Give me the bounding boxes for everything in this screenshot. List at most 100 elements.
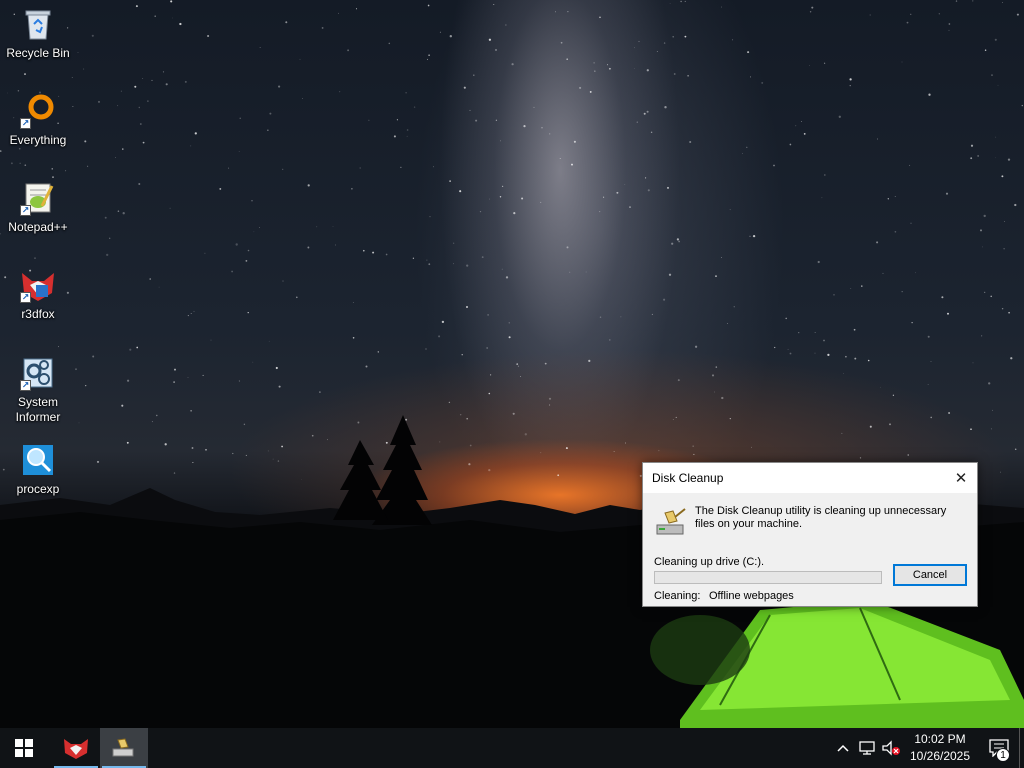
dialog-titlebar[interactable]: Disk Cleanup ✕ — [643, 463, 977, 493]
star — [486, 347, 488, 349]
star — [357, 421, 360, 424]
star — [877, 138, 878, 140]
star — [162, 71, 165, 73]
star — [142, 78, 144, 79]
star — [129, 348, 132, 351]
star — [210, 339, 212, 341]
star — [487, 314, 489, 316]
star — [460, 414, 462, 416]
star — [729, 417, 731, 420]
star — [505, 24, 507, 26]
notification-count-badge: 1 — [996, 748, 1010, 762]
desktop-icon-everything[interactable]: ↗ Everything — [0, 93, 76, 148]
star — [678, 240, 680, 243]
star — [326, 439, 328, 441]
star — [253, 231, 255, 233]
notepad-plus-plus-icon: ↗ — [20, 180, 56, 216]
star — [594, 70, 596, 72]
star — [193, 310, 195, 312]
star — [821, 197, 823, 199]
action-center-button[interactable]: 1 — [979, 728, 1019, 768]
star — [277, 460, 280, 462]
star — [752, 234, 756, 238]
star — [106, 253, 109, 257]
star — [355, 8, 358, 10]
star — [803, 133, 806, 135]
taskbar-app-disk-cleanup[interactable] — [100, 728, 148, 768]
star — [809, 65, 810, 67]
desktop-icon-r3dfox[interactable]: ↗ r3dfox — [0, 267, 76, 322]
star — [92, 355, 95, 358]
star — [714, 391, 715, 393]
star — [684, 35, 687, 38]
network-icon[interactable] — [855, 728, 879, 768]
star — [549, 404, 551, 406]
show-hidden-icons-chevron-icon[interactable] — [831, 728, 855, 768]
star — [441, 320, 445, 324]
desktop-icon-system-informer[interactable]: ↗ System Informer — [0, 355, 76, 425]
star — [774, 346, 776, 349]
cancel-button[interactable]: Cancel — [893, 564, 967, 586]
show-desktop-button[interactable] — [1019, 728, 1024, 768]
star — [972, 362, 974, 364]
volume-muted-icon[interactable] — [879, 728, 903, 768]
star — [338, 12, 339, 14]
star — [1002, 2, 1003, 3]
star — [814, 332, 816, 333]
star — [219, 187, 222, 190]
star — [995, 157, 996, 159]
star — [876, 241, 879, 244]
star — [136, 346, 139, 349]
star — [1021, 104, 1023, 107]
star — [656, 51, 658, 52]
desktop-icon-recycle-bin[interactable]: Recycle Bin — [0, 6, 76, 61]
r3dfox-icon — [64, 739, 88, 759]
star — [301, 478, 302, 480]
star — [988, 382, 991, 385]
star — [85, 384, 87, 387]
star — [827, 353, 830, 357]
star — [393, 135, 396, 138]
star — [555, 11, 557, 13]
star — [385, 253, 388, 256]
close-button[interactable]: ✕ — [945, 463, 977, 493]
star — [823, 62, 826, 64]
desktop-icon-procexp[interactable]: procexp — [0, 442, 76, 497]
star — [721, 257, 722, 258]
star — [52, 176, 54, 178]
star — [693, 453, 695, 455]
star — [51, 168, 53, 170]
star — [720, 6, 722, 8]
star — [463, 86, 466, 89]
star — [479, 210, 482, 213]
desktop[interactable]: Recycle Bin ↗ Everything ↗ Notepad++ ↗ r… — [0, 0, 1024, 728]
star — [599, 316, 602, 318]
start-button[interactable] — [0, 728, 48, 768]
star — [524, 433, 527, 436]
star — [282, 280, 284, 282]
star — [184, 80, 187, 83]
stars — [0, 0, 1023, 480]
star — [809, 11, 812, 13]
star — [634, 47, 635, 49]
star — [187, 377, 189, 379]
star — [117, 105, 119, 107]
star — [850, 288, 852, 289]
star — [428, 263, 431, 266]
star — [675, 416, 677, 418]
star — [84, 140, 87, 143]
star — [663, 298, 666, 301]
star — [493, 4, 495, 5]
star — [151, 421, 153, 423]
desktop-icon-notepad-plus-plus[interactable]: ↗ Notepad++ — [0, 180, 76, 235]
taskbar-app-r3dfox[interactable] — [52, 728, 100, 768]
star — [352, 337, 355, 339]
star — [894, 230, 897, 233]
star — [433, 166, 434, 168]
star — [204, 252, 206, 254]
star — [603, 196, 605, 198]
star — [173, 381, 175, 383]
star — [882, 272, 884, 274]
star — [1003, 248, 1005, 250]
clock[interactable]: 10:02 PM 10/26/2025 — [905, 731, 975, 765]
